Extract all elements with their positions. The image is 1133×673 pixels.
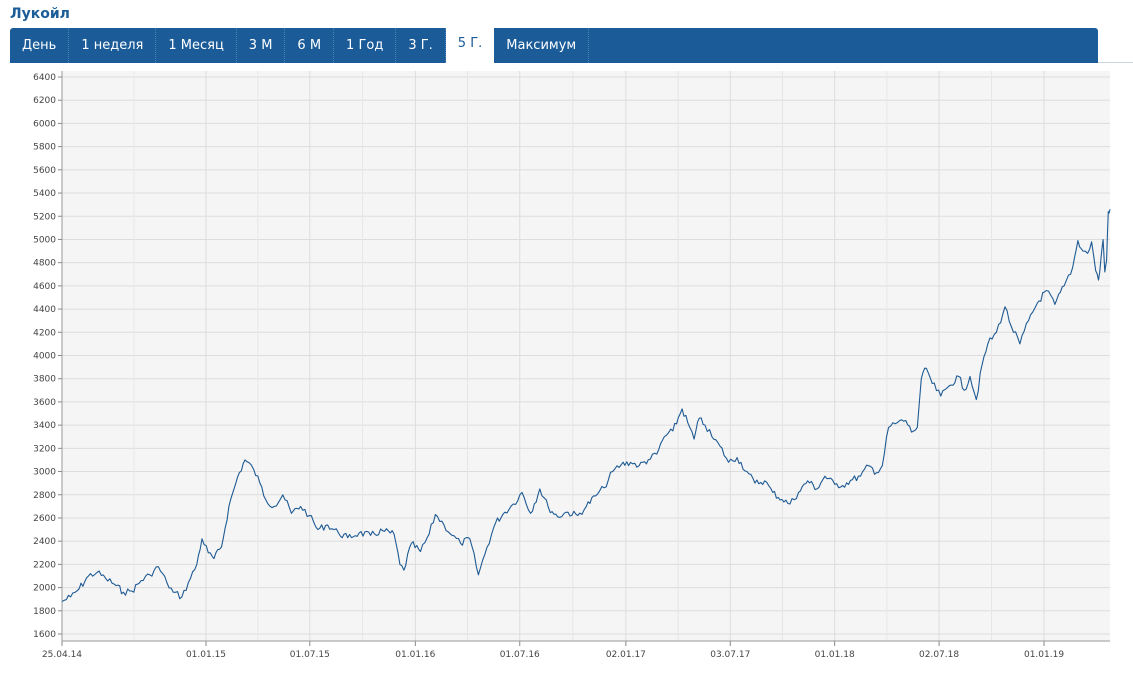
x-axis: 25.04.14 01.01.15 01.07.15 01.01.16 01.07.16… [42,640,1110,660]
y-tick-label: 6400 [33,73,56,83]
x-tick-label: 01.01.16 [395,650,435,660]
x-tick-label: 25.04.14 [42,650,82,660]
y-tick-label: 1600 [33,630,56,640]
y-axis: 1600 1800 2000 2200 2400 2600 2800 3000 3200 3400… [33,71,63,641]
y-tick-label: 3400 [33,421,56,431]
y-tick-label: 3600 [33,398,56,408]
y-tick-label: 5400 [33,189,56,199]
x-tick-label: 02.01.17 [606,650,646,660]
tab-1-year[interactable]: 1 Год [334,28,397,63]
y-tick-label: 2400 [33,537,56,547]
y-tick-label: 4200 [33,328,56,338]
period-tab-bar: День 1 неделя 1 Месяц 3 М 6 М 1 Год 3 Г.… [10,26,1098,63]
y-tick-label: 2800 [33,491,56,501]
x-tick-label: 03.07.17 [710,650,750,660]
x-tick-label: 01.01.15 [186,650,226,660]
y-tick-label: 4600 [33,282,56,292]
tab-month[interactable]: 1 Месяц [156,28,237,63]
tab-day[interactable]: День [10,28,70,63]
y-tick-label: 5200 [33,212,56,222]
y-tick-label: 3200 [33,444,56,454]
tab-6-months[interactable]: 6 М [285,28,335,63]
tab-5-years[interactable]: 5 Г. [445,26,495,63]
y-tick-label: 4000 [33,352,56,362]
tab-maximum[interactable]: Максимум [494,28,590,63]
y-tick-label: 6000 [33,119,56,129]
tab-3-years[interactable]: 3 Г. [396,28,446,63]
y-tick-label: 4400 [33,305,56,315]
y-tick-label: 6200 [33,96,56,106]
y-tick-label: 2000 [33,584,56,594]
x-tick-label: 01.07.16 [500,650,540,660]
price-chart-svg: 1600 1800 2000 2200 2400 2600 2800 3000 3200 3400… [33,71,1111,660]
x-tick-label: 01.01.19 [1024,650,1064,660]
x-tick-label: 01.01.18 [815,650,855,660]
y-tick-label: 2200 [33,560,56,570]
y-tick-label: 5600 [33,166,56,176]
x-tick-label: 01.07.15 [290,650,330,660]
y-tick-label: 1800 [33,607,56,617]
price-chart: 1600 1800 2000 2200 2400 2600 2800 3000 3200 3400… [0,63,1133,669]
y-tick-label: 5000 [33,235,56,245]
y-tick-label: 5800 [33,143,56,153]
y-tick-label: 4800 [33,259,56,269]
x-tick-label: 02.07.18 [919,650,959,660]
page-title: Лукойл [10,6,70,22]
tab-week[interactable]: 1 неделя [69,28,157,63]
y-tick-label: 3000 [33,468,56,478]
y-tick-label: 3800 [33,375,56,385]
y-tick-label: 2600 [33,514,56,524]
tab-3-months[interactable]: 3 М [237,28,286,63]
